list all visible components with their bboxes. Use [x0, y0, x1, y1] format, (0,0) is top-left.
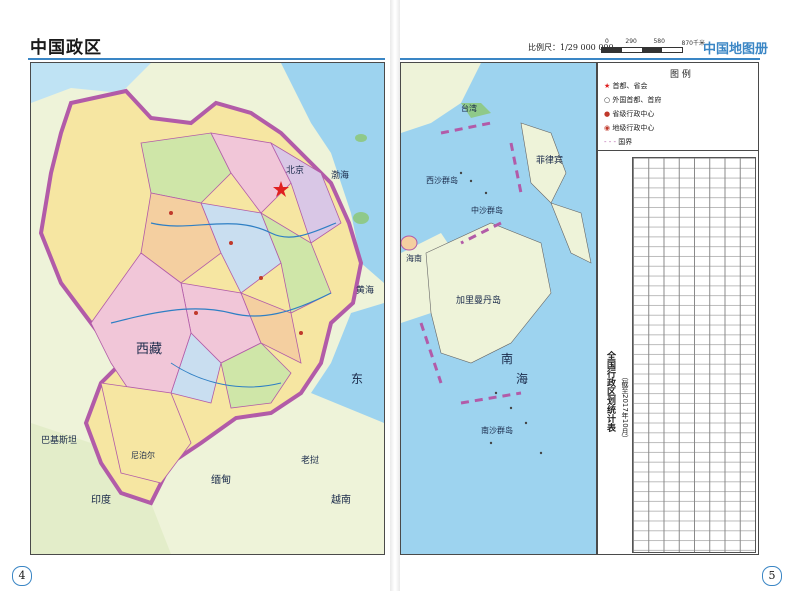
map-left-svg: 北京 西藏 印度 巴基斯坦 尼泊尔 缅甸 老挝 越南 东 渤海 黄海 [31, 63, 384, 554]
philippines-island-south [550, 202, 592, 264]
atlas-title: 中国地图册 [703, 42, 769, 57]
scale-tick: 580 [653, 38, 665, 45]
scale-tick: 290 [625, 38, 637, 45]
legend-title: 图 例 [670, 70, 691, 80]
legend-label: 首都、省会 [612, 82, 648, 90]
book-gutter [390, 0, 400, 591]
table-grid [632, 157, 756, 553]
legend-label: 地级行政中心 [612, 124, 655, 132]
philippines-label: 菲律宾 [536, 154, 563, 166]
legend-item: ○ 外国首都、首府 [604, 95, 661, 105]
island [353, 212, 369, 224]
page-number-right: 5 [762, 566, 782, 586]
legend-item: ★ 首都、省会 [604, 81, 648, 91]
header-rule-right [400, 58, 760, 60]
table-subtitle: （截至2017年10月） [621, 373, 629, 442]
city-dot-icon[interactable] [169, 211, 173, 215]
table-title: 全国行政区划统计表 [605, 351, 615, 432]
double-dot-icon: ◉ [604, 124, 611, 132]
nepal-label: 尼泊尔 [131, 450, 155, 460]
legend-item: ● 省级行政中心 [604, 109, 654, 119]
taiwan-label: 台湾 [461, 103, 477, 113]
map-left-panel[interactable]: 北京 西藏 印度 巴基斯坦 尼泊尔 缅甸 老挝 越南 东 渤海 黄海 [30, 62, 385, 555]
vietnam-label: 越南 [331, 493, 351, 506]
legend-item: ◉ 地级行政中心 [604, 123, 654, 133]
map-right-panel[interactable]: 西沙群岛 中沙群岛 南沙群岛 加里曼丹岛 菲律宾 台湾 海南 南 海 [400, 62, 597, 555]
sea-label: 海 [516, 371, 528, 386]
header-rule-left [28, 58, 385, 60]
city-dot-icon[interactable] [194, 311, 198, 315]
city-dot-icon[interactable] [229, 241, 233, 245]
page-title: 中国政区 [30, 38, 102, 58]
beijing-label: 北京 [286, 164, 304, 176]
legend-panel: 图 例 ★ 首都、省会 ○ 外国首都、首府 ● 省级行政中心 ◉ 地级行政中心 … [597, 62, 759, 152]
legend-label: 外国首都、首府 [612, 96, 662, 104]
scale-ticks: 0 290 580 870千米 [605, 38, 705, 47]
kalimantan-label: 加里曼丹岛 [456, 294, 501, 306]
admin-stats-table: 全国行政区划统计表 （截至2017年10月） [597, 150, 759, 555]
legend-item: - - - 国界 [604, 137, 632, 147]
bohai-label: 渤海 [331, 169, 349, 181]
legend-label: 省级行政中心 [612, 110, 655, 118]
map-right-svg: 西沙群岛 中沙群岛 南沙群岛 加里曼丹岛 菲律宾 台湾 海南 南 海 [401, 63, 592, 455]
nansha-label: 南沙群岛 [481, 425, 513, 435]
dashed-line-icon: - - - [604, 138, 617, 146]
scale-tick: 0 [605, 38, 609, 45]
coast-land [401, 63, 481, 133]
myanmar-label: 缅甸 [211, 473, 231, 486]
scale-bar [601, 47, 683, 53]
zhongsha-label: 中沙群岛 [471, 205, 503, 215]
circle-icon: ○ [604, 96, 611, 104]
pakistan-label: 巴基斯坦 [41, 434, 77, 446]
scale-tick: 870千米 [681, 40, 705, 47]
page-number-left: 4 [12, 566, 32, 586]
city-dot-icon[interactable] [299, 331, 303, 335]
red-star-icon: ★ [604, 82, 611, 90]
hainan-island[interactable] [401, 235, 418, 251]
laos-label: 老挝 [301, 454, 319, 466]
east-sea-label: 东 [351, 372, 363, 386]
south-sea-label: 南 [501, 351, 513, 366]
yellow-sea-label: 黄海 [356, 284, 374, 296]
hainan-label: 海南 [406, 253, 422, 263]
legend-label: 国界 [618, 138, 633, 146]
city-dot-icon[interactable] [259, 276, 263, 280]
tibet-label: 西藏 [136, 342, 162, 357]
dot-icon: ● [604, 110, 611, 118]
india-label: 印度 [91, 493, 111, 506]
xisha-label: 西沙群岛 [426, 175, 458, 185]
island [355, 134, 367, 142]
